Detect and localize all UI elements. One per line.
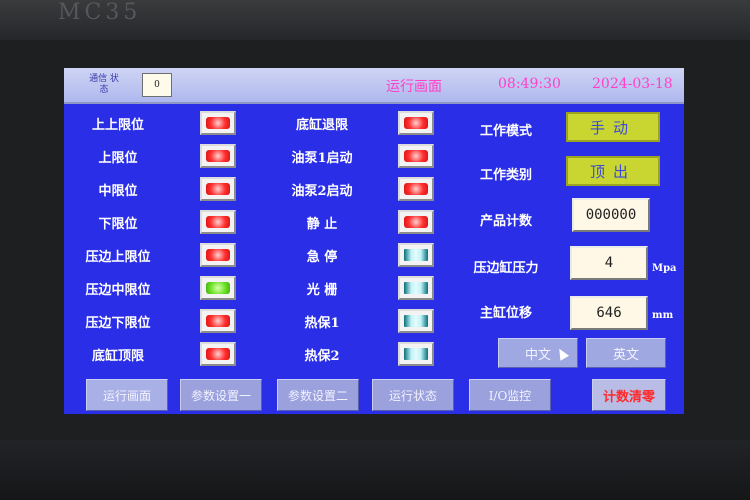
io-lamp-standstill bbox=[398, 210, 434, 234]
io-lamp-edge-lower-limit bbox=[200, 309, 236, 333]
main-disp-label: 主缸位移 bbox=[479, 306, 532, 321]
io-label-thermal-protect-2: 热保2 bbox=[304, 349, 340, 364]
io-lamp-lower-limit bbox=[200, 210, 236, 234]
header-bar: 通信 状态 0 运行画面 08:49:30 2024-03-18 bbox=[64, 68, 684, 104]
io-lamp-thermal-protect-2 bbox=[398, 342, 434, 366]
count-clear-label: 计数清零 bbox=[602, 389, 655, 405]
io-lamp-pump1-start bbox=[398, 144, 434, 168]
device-bezel-top: MC35 bbox=[0, 0, 750, 40]
io-lamp-emergency-stop bbox=[398, 243, 434, 267]
io-lamp-thermal-protect-1 bbox=[398, 309, 434, 333]
io-lamp-upper-limit bbox=[200, 144, 236, 168]
io-label-emergency-stop: 急 停 bbox=[306, 250, 338, 265]
nav-param1-button[interactable]: 参数设置一 bbox=[180, 379, 262, 411]
product-count-value: 000000 bbox=[572, 198, 650, 232]
main-disp-unit: mm bbox=[652, 310, 674, 321]
english-language-button[interactable]: 英文 bbox=[586, 338, 666, 368]
io-lamp-bottom-cyl-top-limit bbox=[200, 342, 236, 366]
io-label-lower-limit: 下限位 bbox=[98, 217, 138, 232]
device-logo: MC35 bbox=[58, 0, 142, 25]
nav-run-screen-button[interactable]: 运行画面 bbox=[86, 379, 168, 411]
work-type-value: 顶出 bbox=[566, 156, 660, 186]
io-lamp-light-curtain bbox=[398, 276, 434, 300]
nav-run-screen-label: 运行画面 bbox=[102, 388, 151, 403]
edge-pressure-unit: Mpa bbox=[652, 263, 677, 274]
io-label-edge-middle-limit: 压边中限位 bbox=[85, 283, 151, 298]
chinese-language-label: 中文 bbox=[524, 347, 551, 363]
clock-date: 2024-03-18 bbox=[592, 76, 673, 92]
english-language-label: 英文 bbox=[612, 347, 639, 363]
work-mode-value: 手动 bbox=[566, 112, 660, 142]
page-title: 运行画面 bbox=[386, 79, 442, 95]
comm-status-label: 通信 状态 bbox=[89, 74, 119, 95]
io-label-bottom-cyl-top-limit: 底缸顶限 bbox=[91, 349, 144, 364]
chinese-language-button[interactable]: 中文 bbox=[498, 338, 578, 368]
nav-param2-label: 参数设置二 bbox=[287, 388, 348, 403]
count-clear-button[interactable]: 计数清零 bbox=[592, 379, 666, 411]
device-bezel-bottom bbox=[0, 440, 750, 500]
nav-param1-label: 参数设置一 bbox=[190, 388, 251, 403]
io-label-standstill: 静 止 bbox=[306, 217, 338, 232]
io-label-upper-limit: 上限位 bbox=[98, 151, 138, 166]
io-label-bottom-cyl-retract-limit: 底缸退限 bbox=[295, 118, 348, 133]
edge-pressure-label: 压边缸压力 bbox=[473, 261, 539, 276]
nav-run-status-button[interactable]: 运行状态 bbox=[372, 379, 454, 411]
work-mode-label: 工作模式 bbox=[479, 124, 532, 139]
clock-time: 08:49:30 bbox=[498, 76, 561, 92]
nav-io-monitor-button[interactable]: I/O监控 bbox=[469, 379, 551, 411]
io-label-pump2-start: 油泵2启动 bbox=[291, 184, 353, 199]
comm-status-value: 0 bbox=[142, 73, 172, 97]
io-lamp-upper-upper-limit bbox=[200, 111, 236, 135]
io-lamp-bottom-cyl-retract-limit bbox=[398, 111, 434, 135]
nav-param2-button[interactable]: 参数设置二 bbox=[277, 379, 359, 411]
io-lamp-edge-middle-limit bbox=[200, 276, 236, 300]
io-label-edge-upper-limit: 压边上限位 bbox=[85, 250, 151, 265]
nav-run-status-label: 运行状态 bbox=[388, 388, 437, 403]
main-disp-value: 646 bbox=[570, 296, 648, 330]
io-lamp-edge-upper-limit bbox=[200, 243, 236, 267]
io-lamp-pump2-start bbox=[398, 177, 434, 201]
io-label-middle-limit: 中限位 bbox=[98, 184, 138, 199]
io-label-light-curtain: 光 栅 bbox=[306, 283, 338, 298]
work-type-label: 工作类别 bbox=[479, 168, 532, 183]
product-count-label: 产品计数 bbox=[479, 214, 532, 229]
io-label-thermal-protect-1: 热保1 bbox=[304, 316, 340, 331]
io-label-upper-upper-limit: 上上限位 bbox=[91, 118, 144, 133]
io-label-pump1-start: 油泵1启动 bbox=[291, 151, 353, 166]
nav-io-monitor-label: I/O监控 bbox=[488, 388, 532, 403]
pointer-cursor-icon bbox=[554, 346, 570, 361]
io-lamp-middle-limit bbox=[200, 177, 236, 201]
edge-pressure-value: 4 bbox=[570, 246, 648, 280]
hmi-screen: 通信 状态 0 运行画面 08:49:30 2024-03-18 上上限位 上限… bbox=[64, 68, 684, 414]
io-label-edge-lower-limit: 压边下限位 bbox=[85, 316, 151, 331]
